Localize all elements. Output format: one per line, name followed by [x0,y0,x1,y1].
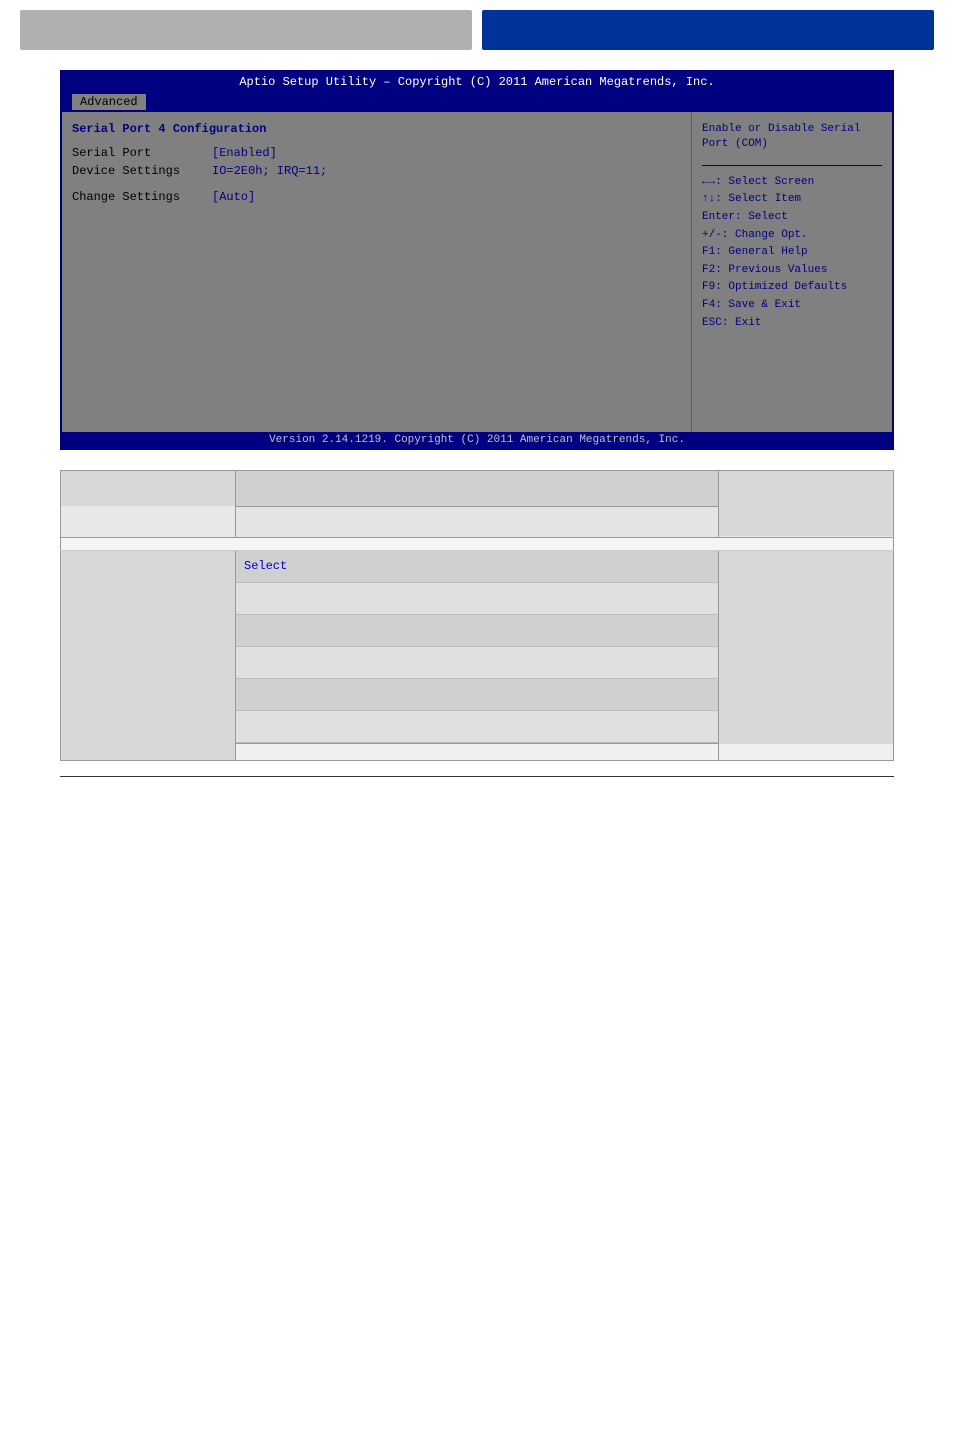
header-right-block [482,10,934,50]
bios-value-serial-port[interactable]: [Enabled] [212,146,277,160]
select-hint-1[interactable]: Select [244,559,287,573]
bios-key-f9: F9: Optimized Defaults [702,279,882,297]
bios-row-device-settings: Device Settings IO=2E0h; IRQ=11; [72,164,681,178]
bios-value-device-settings: IO=2E0h; IRQ=11; [212,164,327,178]
bios-right-divider [702,165,882,166]
bios-key-select-screen: ←→: Select Screen [702,174,882,192]
bottom-row-cell [236,744,894,761]
bios-key-legend: ←→: Select Screen ↑↓: Select Item Enter:… [702,174,882,332]
bios-content-area: Serial Port 4 Configuration Serial Port … [62,112,892,432]
bios-value-change-settings[interactable]: [Auto] [212,190,255,204]
content-table-section: Select [60,470,894,761]
table-content-row: Select [61,551,894,744]
top-left-cell [61,471,235,506]
inner-row-3 [236,615,718,647]
bios-key-esc: ESC: Exit [702,315,882,333]
inner-rows-container: Select [236,551,718,743]
bios-help-text: Enable or Disable Serial Port (COM) [702,122,882,153]
bios-row-change-settings: Change Settings [Auto] [72,190,681,204]
bios-row-serial-port: Serial Port [Enabled] [72,146,681,160]
content-table: Select [60,470,894,761]
bios-key-f4: F4: Save & Exit [702,297,882,315]
inner-row-5 [236,679,718,711]
bios-screen: Aptio Setup Utility – Copyright (C) 2011… [60,70,894,450]
top-middle-lower-cell [236,507,718,537]
bios-tab-advanced[interactable]: Advanced [72,94,146,110]
content-right-cell [719,551,894,761]
content-middle-cell: Select [236,551,719,744]
bios-title: Aptio Setup Utility – Copyright (C) 2011… [62,72,892,92]
table-section-header [61,538,894,551]
bios-key-enter: Enter: Select [702,209,882,227]
bios-key-f1: F1: General Help [702,244,882,262]
inner-row-4 [236,647,718,679]
top-right-cell [719,471,893,536]
page-divider [60,776,894,777]
bios-section-title: Serial Port 4 Configuration [72,122,681,136]
header-left-block [20,10,472,50]
inner-row-2 [236,583,718,615]
bios-footer: Version 2.14.1219. Copyright (C) 2011 Am… [62,432,892,448]
bios-label-device-settings: Device Settings [72,164,212,178]
bios-key-select-item: ↑↓: Select Item [702,191,882,209]
bios-key-change-opt: +/-: Change Opt. [702,227,882,245]
table-top-row-1 [61,471,894,507]
bios-label-serial-port: Serial Port [72,146,212,160]
bios-right-panel: Enable or Disable Serial Port (COM) ←→: … [692,112,892,432]
top-middle-upper-cell [236,471,718,506]
inner-row-6 [236,711,718,743]
content-left-cell [61,551,236,761]
bios-tab-bar: Advanced [62,92,892,112]
bios-label-change-settings: Change Settings [72,190,212,204]
page-header [0,0,954,60]
inner-row-1: Select [236,551,718,583]
section-header-cell [61,538,894,551]
bios-key-f2: F2: Previous Values [702,262,882,280]
bios-left-panel: Serial Port 4 Configuration Serial Port … [62,112,691,432]
